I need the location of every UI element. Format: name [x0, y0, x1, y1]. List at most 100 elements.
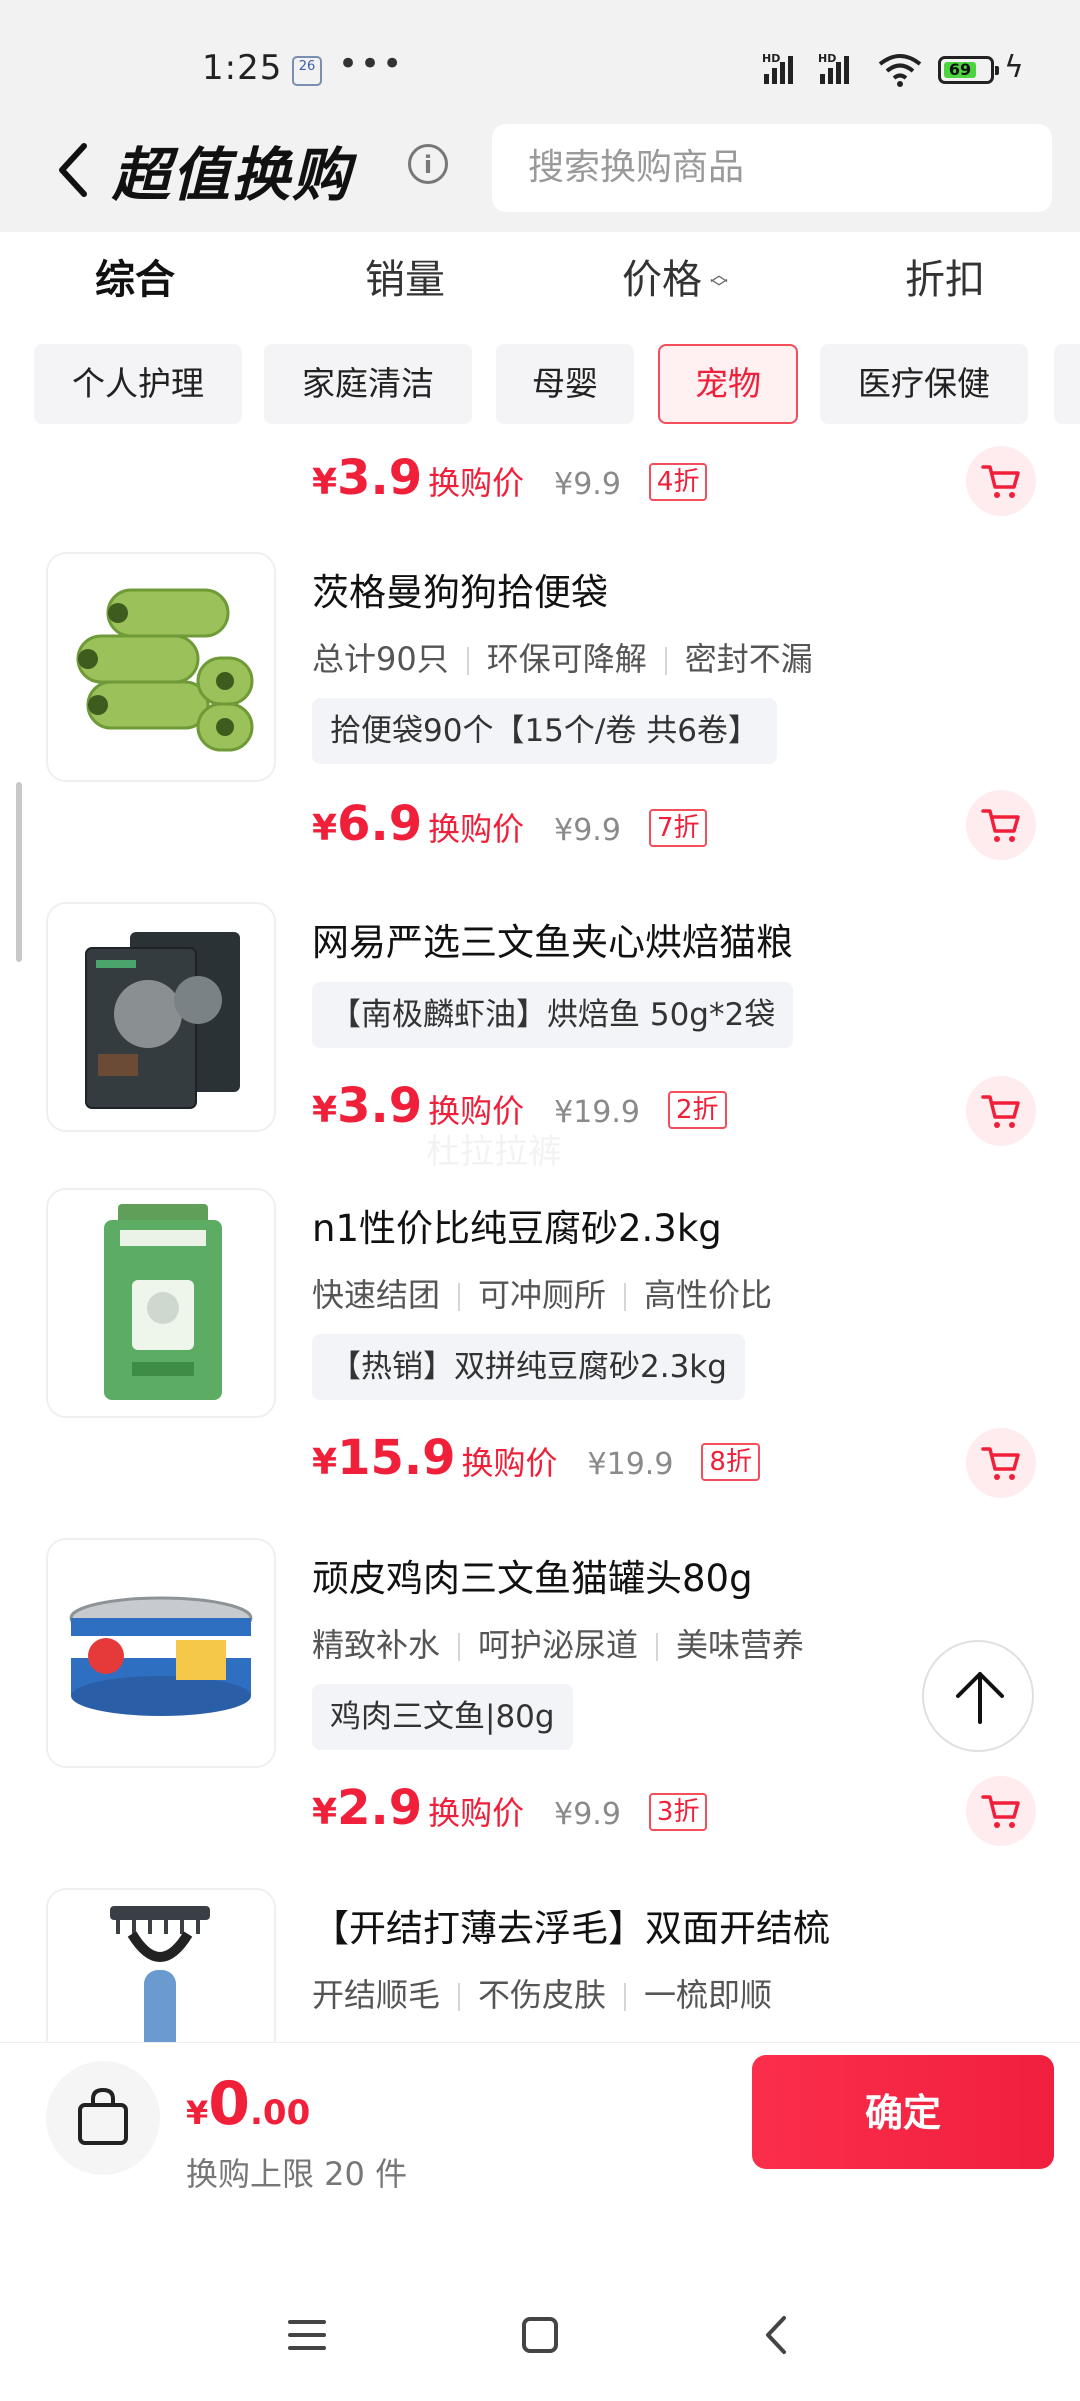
product-tag: 可冲厕所: [478, 1276, 607, 1314]
sort-arrows-icon: ︿ ﹀: [710, 265, 728, 299]
product-tag: 呵护泌尿道: [478, 1626, 639, 1664]
watermark: 杜拉拉裤: [426, 1132, 562, 1172]
original-price: ¥9.9: [554, 813, 621, 848]
confirm-button[interactable]: 确定: [752, 2055, 1054, 2169]
status-bar: 1:25 26 ••• HD HD 69 ϟ: [0, 0, 1080, 120]
discount-badge: 4折: [648, 463, 708, 501]
product-tag: 密封不漏: [684, 640, 813, 678]
discount-badge: 3折: [648, 1793, 708, 1831]
price-row: ¥3.9 换购价 ¥9.9 4折: [312, 450, 708, 510]
discount-badge: 2折: [668, 1091, 727, 1129]
tab-price[interactable]: 价格 ︿ ﹀: [540, 232, 810, 328]
product-tags: 总计90只 环保可降解 密封不漏: [312, 634, 813, 680]
product-tag: 总计90只: [312, 640, 449, 678]
discount-badge: 7折: [648, 809, 708, 847]
category-chips: 个人护理 家庭清洁 母婴 宠物 医疗保健: [0, 344, 1080, 428]
price-label: 换购价: [428, 464, 525, 502]
original-price: ¥19.9: [554, 1095, 640, 1130]
category-chip-personal-care[interactable]: 个人护理: [34, 344, 242, 424]
scrollbar[interactable]: [16, 782, 22, 962]
product-tags: 快速结团 可冲厕所 高性价比: [312, 1270, 772, 1316]
total-integer: 0: [208, 2069, 251, 2139]
add-to-cart-button[interactable]: [966, 1076, 1036, 1146]
product-tags: 开结顺毛 不伤皮肤 一梳即顺: [312, 1970, 772, 2016]
price-row: ¥6.9 换购价 ¥9.9 7折: [312, 796, 708, 856]
price-value: 3.9: [337, 450, 423, 506]
product-spec[interactable]: 鸡肉三文鱼|80g: [312, 1684, 573, 1750]
purchase-limit: 换购上限 20 件: [186, 2155, 408, 2193]
tab-sales[interactable]: 销量: [270, 232, 540, 328]
product-tag: 环保可降解: [486, 640, 647, 678]
category-chip-healthcare[interactable]: 医疗保健: [820, 344, 1028, 424]
add-to-cart-button[interactable]: [966, 1776, 1036, 1846]
price-row: ¥2.9 换购价 ¥9.9 3折: [312, 1780, 708, 1840]
add-to-cart-button[interactable]: [966, 790, 1036, 860]
discount-badge: 8折: [701, 1443, 760, 1481]
price-value: 3.9: [337, 1078, 423, 1134]
signal-icon: [764, 56, 793, 84]
charging-icon: ϟ: [1004, 50, 1024, 85]
back-to-top-button[interactable]: [922, 1640, 1034, 1752]
total-currency: ¥: [186, 2094, 209, 2132]
add-to-cart-button[interactable]: [966, 446, 1036, 516]
search-input[interactable]: [492, 124, 1052, 212]
product-spec[interactable]: 【热销】双拼纯豆腐砂2.3kg: [312, 1334, 745, 1400]
total-decimal: .00: [250, 2093, 311, 2133]
product-spec[interactable]: 【南极麟虾油】烘焙鱼 50g*2袋: [312, 982, 794, 1048]
product-image-cat-litter[interactable]: [46, 1188, 276, 1418]
original-price: ¥19.9: [587, 1447, 674, 1482]
product-name: 【开结打薄去浮毛】双面开结梳: [312, 1907, 830, 1950]
product-spec[interactable]: 拾便袋90个【15个/卷 共6卷】: [312, 698, 777, 764]
product-name: n1性价比纯豆腐砂2.3kg: [312, 1207, 722, 1250]
category-chip-home-cleaning[interactable]: 家庭清洁: [264, 344, 472, 424]
cart-icon: [981, 1447, 1020, 1480]
category-chip-baby[interactable]: 母婴: [496, 344, 634, 424]
price-value: 6.9: [337, 796, 423, 852]
cart-icon: [981, 465, 1020, 498]
category-chip-more[interactable]: [1054, 344, 1080, 424]
original-price: ¥9.9: [554, 467, 621, 502]
product-tag: 开结顺毛: [312, 1976, 441, 2014]
product-image-cat-can[interactable]: [46, 1538, 276, 1768]
price-value: 2.9: [337, 1780, 423, 1836]
battery-level: 69: [944, 62, 976, 78]
header: 超值换购 i: [0, 120, 1080, 232]
shopping-bag-button[interactable]: [46, 2061, 160, 2175]
price-currency: ¥: [312, 1792, 338, 1833]
back-icon[interactable]: [752, 2310, 802, 2360]
tab-label: 综合: [95, 257, 175, 303]
price-label: 换购价: [428, 1794, 525, 1832]
more-dots-icon: •••: [338, 44, 405, 84]
tab-label: 销量: [365, 257, 445, 303]
shopping-bag-icon: [78, 2087, 128, 2145]
tab-label: 折扣: [905, 257, 985, 303]
info-icon[interactable]: i: [408, 144, 448, 184]
product-tag: 一梳即顺: [644, 1976, 773, 2014]
chevron-left-icon[interactable]: [46, 130, 106, 210]
page-title: 超值换购: [112, 141, 353, 209]
cart-icon: [981, 1095, 1020, 1128]
product-tag: 不伤皮肤: [478, 1976, 607, 2014]
menu-icon[interactable]: [282, 2310, 332, 2360]
category-chip-pets[interactable]: 宠物: [658, 344, 798, 424]
battery-icon: 69: [938, 56, 999, 84]
original-price: ¥9.9: [554, 1797, 621, 1832]
tab-comprehensive[interactable]: 综合: [0, 232, 270, 328]
product-tags: 精致补水 呵护泌尿道 美味营养: [312, 1620, 804, 1666]
price-currency: ¥: [312, 1442, 338, 1483]
product-name: 顽皮鸡肉三文鱼猫罐头80g: [312, 1557, 753, 1600]
price-currency: ¥: [312, 1090, 338, 1131]
tab-discount[interactable]: 折扣: [810, 232, 1080, 328]
product-name: 网易严选三文鱼夹心烘焙猫粮: [312, 921, 793, 964]
signal-icon: [820, 56, 849, 84]
cart-icon: [981, 809, 1020, 842]
product-image-poop-bags[interactable]: [46, 552, 276, 782]
add-to-cart-button[interactable]: [966, 1428, 1036, 1498]
product-image-cat-food[interactable]: [46, 902, 276, 1132]
cart-icon: [981, 1795, 1020, 1828]
product-tag: 精致补水: [312, 1626, 441, 1664]
home-icon[interactable]: [515, 2310, 565, 2360]
status-time: 1:25: [202, 48, 283, 88]
price-label: 换购价: [428, 810, 525, 848]
total-price: ¥0.00: [186, 2069, 310, 2139]
